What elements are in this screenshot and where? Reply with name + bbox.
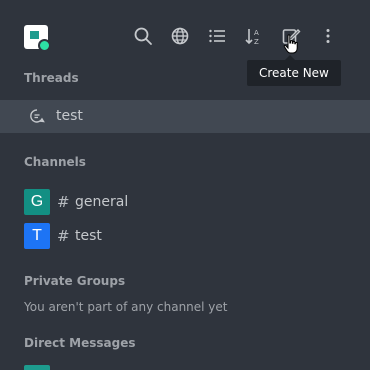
- sort-icon[interactable]: A Z: [244, 26, 264, 46]
- private-groups-empty-text: You aren't part of any channel yet: [24, 300, 228, 314]
- thread-label: test: [56, 108, 83, 124]
- channel-item-general[interactable]: G # general: [0, 187, 370, 217]
- direct-messages-section-title: Direct Messages: [24, 336, 136, 350]
- avatar-logo: [30, 31, 39, 39]
- hash-icon: #: [57, 227, 70, 245]
- svg-text:A: A: [254, 29, 259, 37]
- tooltip: Create New: [247, 55, 341, 86]
- directory-globe-icon[interactable]: [170, 26, 190, 46]
- view-mode-list-icon[interactable]: [207, 26, 227, 46]
- channels-section-title: Channels: [24, 155, 86, 169]
- hash-icon: #: [57, 193, 70, 211]
- thread-item[interactable]: test: [0, 100, 370, 133]
- channel-name: general: [75, 194, 129, 210]
- search-icon[interactable]: [133, 26, 153, 46]
- channel-name: test: [75, 228, 102, 244]
- svg-text:Z: Z: [254, 38, 259, 46]
- tooltip-text: Create New: [259, 66, 329, 80]
- hand-pointer-cursor-icon: [283, 34, 299, 58]
- channel-item-test[interactable]: T # test: [0, 221, 370, 251]
- dm-avatar[interactable]: [24, 365, 50, 370]
- sidebar: A Z Create New Threads test Channels G #…: [0, 0, 370, 370]
- user-avatar[interactable]: [24, 25, 51, 52]
- channel-avatar: G: [24, 189, 50, 215]
- channel-avatar: T: [24, 223, 50, 249]
- kebab-menu-icon[interactable]: [318, 26, 338, 46]
- thread-icon: [29, 108, 45, 124]
- online-status-indicator: [38, 39, 51, 52]
- threads-section-title: Threads: [24, 71, 79, 85]
- private-groups-section-title: Private Groups: [24, 274, 126, 288]
